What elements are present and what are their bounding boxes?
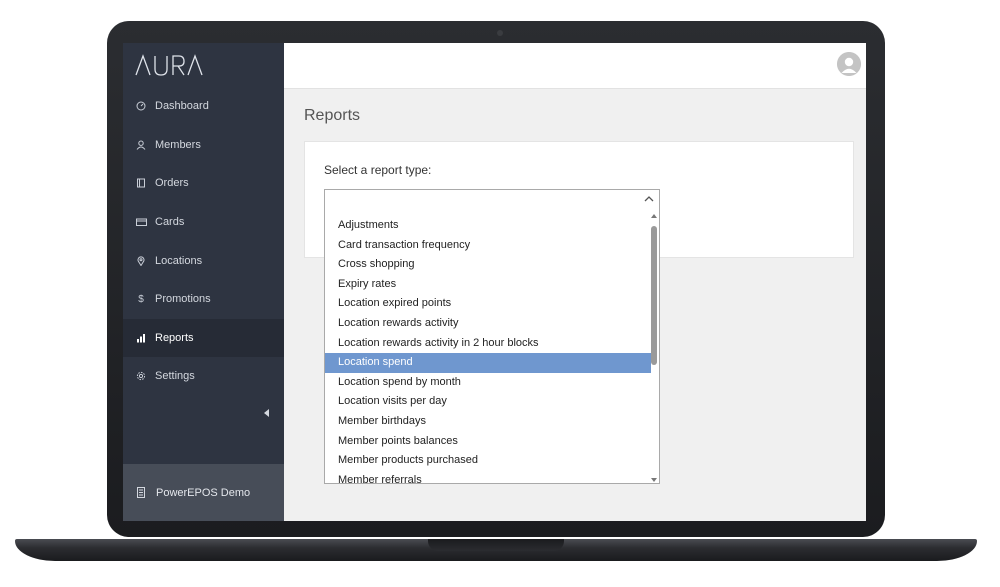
list-item[interactable]: Member birthdays <box>325 412 651 432</box>
sidebar-item-label: Dashboard <box>155 100 209 113</box>
location-pin-icon <box>135 255 147 267</box>
options-scrollbar[interactable] <box>650 214 658 482</box>
card-icon <box>135 216 147 228</box>
sidebar-item-reports[interactable]: Reports <box>123 318 284 358</box>
user-avatar-icon <box>837 52 861 76</box>
avatar[interactable] <box>837 52 861 76</box>
list-item[interactable]: Card transaction frequency <box>325 236 651 256</box>
dashboard-icon <box>135 100 147 112</box>
sidebar-item-label: Locations <box>155 254 203 267</box>
report-type-select[interactable]: Adjustments Card transaction frequency C… <box>324 189 660 484</box>
bar-chart-icon <box>135 332 147 344</box>
collapse-sidebar-button[interactable] <box>262 408 272 418</box>
gear-icon <box>135 370 147 382</box>
sidebar-item-orders[interactable]: Orders <box>123 164 284 203</box>
list-item[interactable]: Member referrals <box>325 471 651 483</box>
list-item[interactable]: Location rewards activity <box>325 314 651 334</box>
sidebar-item-promotions[interactable]: $ Promotions <box>123 280 284 319</box>
sidebar-item-label: Orders <box>155 177 189 190</box>
scroll-up-arrow-icon[interactable] <box>651 214 657 218</box>
sidebar-item-cards[interactable]: Cards <box>123 203 284 242</box>
sidebar-item-label: Cards <box>155 216 185 229</box>
app-screen: Dashboard Members Orders Cards Locations… <box>123 43 866 521</box>
sidebar-item-members[interactable]: Members <box>123 126 284 165</box>
sidebar-nav: Dashboard Members Orders Cards Locations… <box>123 87 284 396</box>
sidebar-item-label: Members <box>155 138 201 151</box>
sidebar-item-label: Promotions <box>155 293 211 306</box>
list-item[interactable]: Location rewards activity in 2 hour bloc… <box>325 334 651 354</box>
account-switcher[interactable]: PowerEPOS Demo <box>123 464 284 521</box>
scroll-down-arrow-icon[interactable] <box>651 478 657 482</box>
list-item[interactable]: Expiry rates <box>325 275 651 295</box>
webcam <box>497 30 503 36</box>
list-item[interactable]: Location visits per day <box>325 392 651 412</box>
orders-icon <box>135 177 147 189</box>
document-icon <box>135 487 147 499</box>
list-item[interactable]: Cross shopping <box>325 255 651 275</box>
list-item[interactable]: Location expired points <box>325 294 651 314</box>
dollar-icon: $ <box>138 293 144 305</box>
sidebar-item-dashboard[interactable]: Dashboard <box>123 87 284 126</box>
caret-left-icon <box>264 409 269 417</box>
sidebar: Dashboard Members Orders Cards Locations… <box>123 43 284 521</box>
report-options-list: Adjustments Card transaction frequency C… <box>325 216 651 483</box>
list-item-selected[interactable]: Location spend <box>325 353 651 373</box>
chevron-up-icon <box>644 196 654 202</box>
laptop-notch <box>428 539 564 551</box>
sidebar-item-settings[interactable]: Settings <box>123 357 284 396</box>
user-icon <box>135 139 147 151</box>
scroll-thumb[interactable] <box>651 226 657 365</box>
sidebar-item-label: Reports <box>155 331 194 344</box>
list-item[interactable]: Location spend by month <box>325 373 651 393</box>
list-item[interactable]: Member products purchased <box>325 451 651 471</box>
sidebar-item-locations[interactable]: Locations <box>123 241 284 280</box>
list-item[interactable]: Member points balances <box>325 432 651 452</box>
account-label: PowerEPOS Demo <box>156 486 251 499</box>
top-bar <box>284 43 866 89</box>
aura-logo[interactable] <box>135 53 205 77</box>
sidebar-item-label: Settings <box>155 370 195 383</box>
page-title: Reports <box>304 107 361 124</box>
report-type-label: Select a report type: <box>324 163 432 177</box>
list-item[interactable]: Adjustments <box>325 216 651 236</box>
